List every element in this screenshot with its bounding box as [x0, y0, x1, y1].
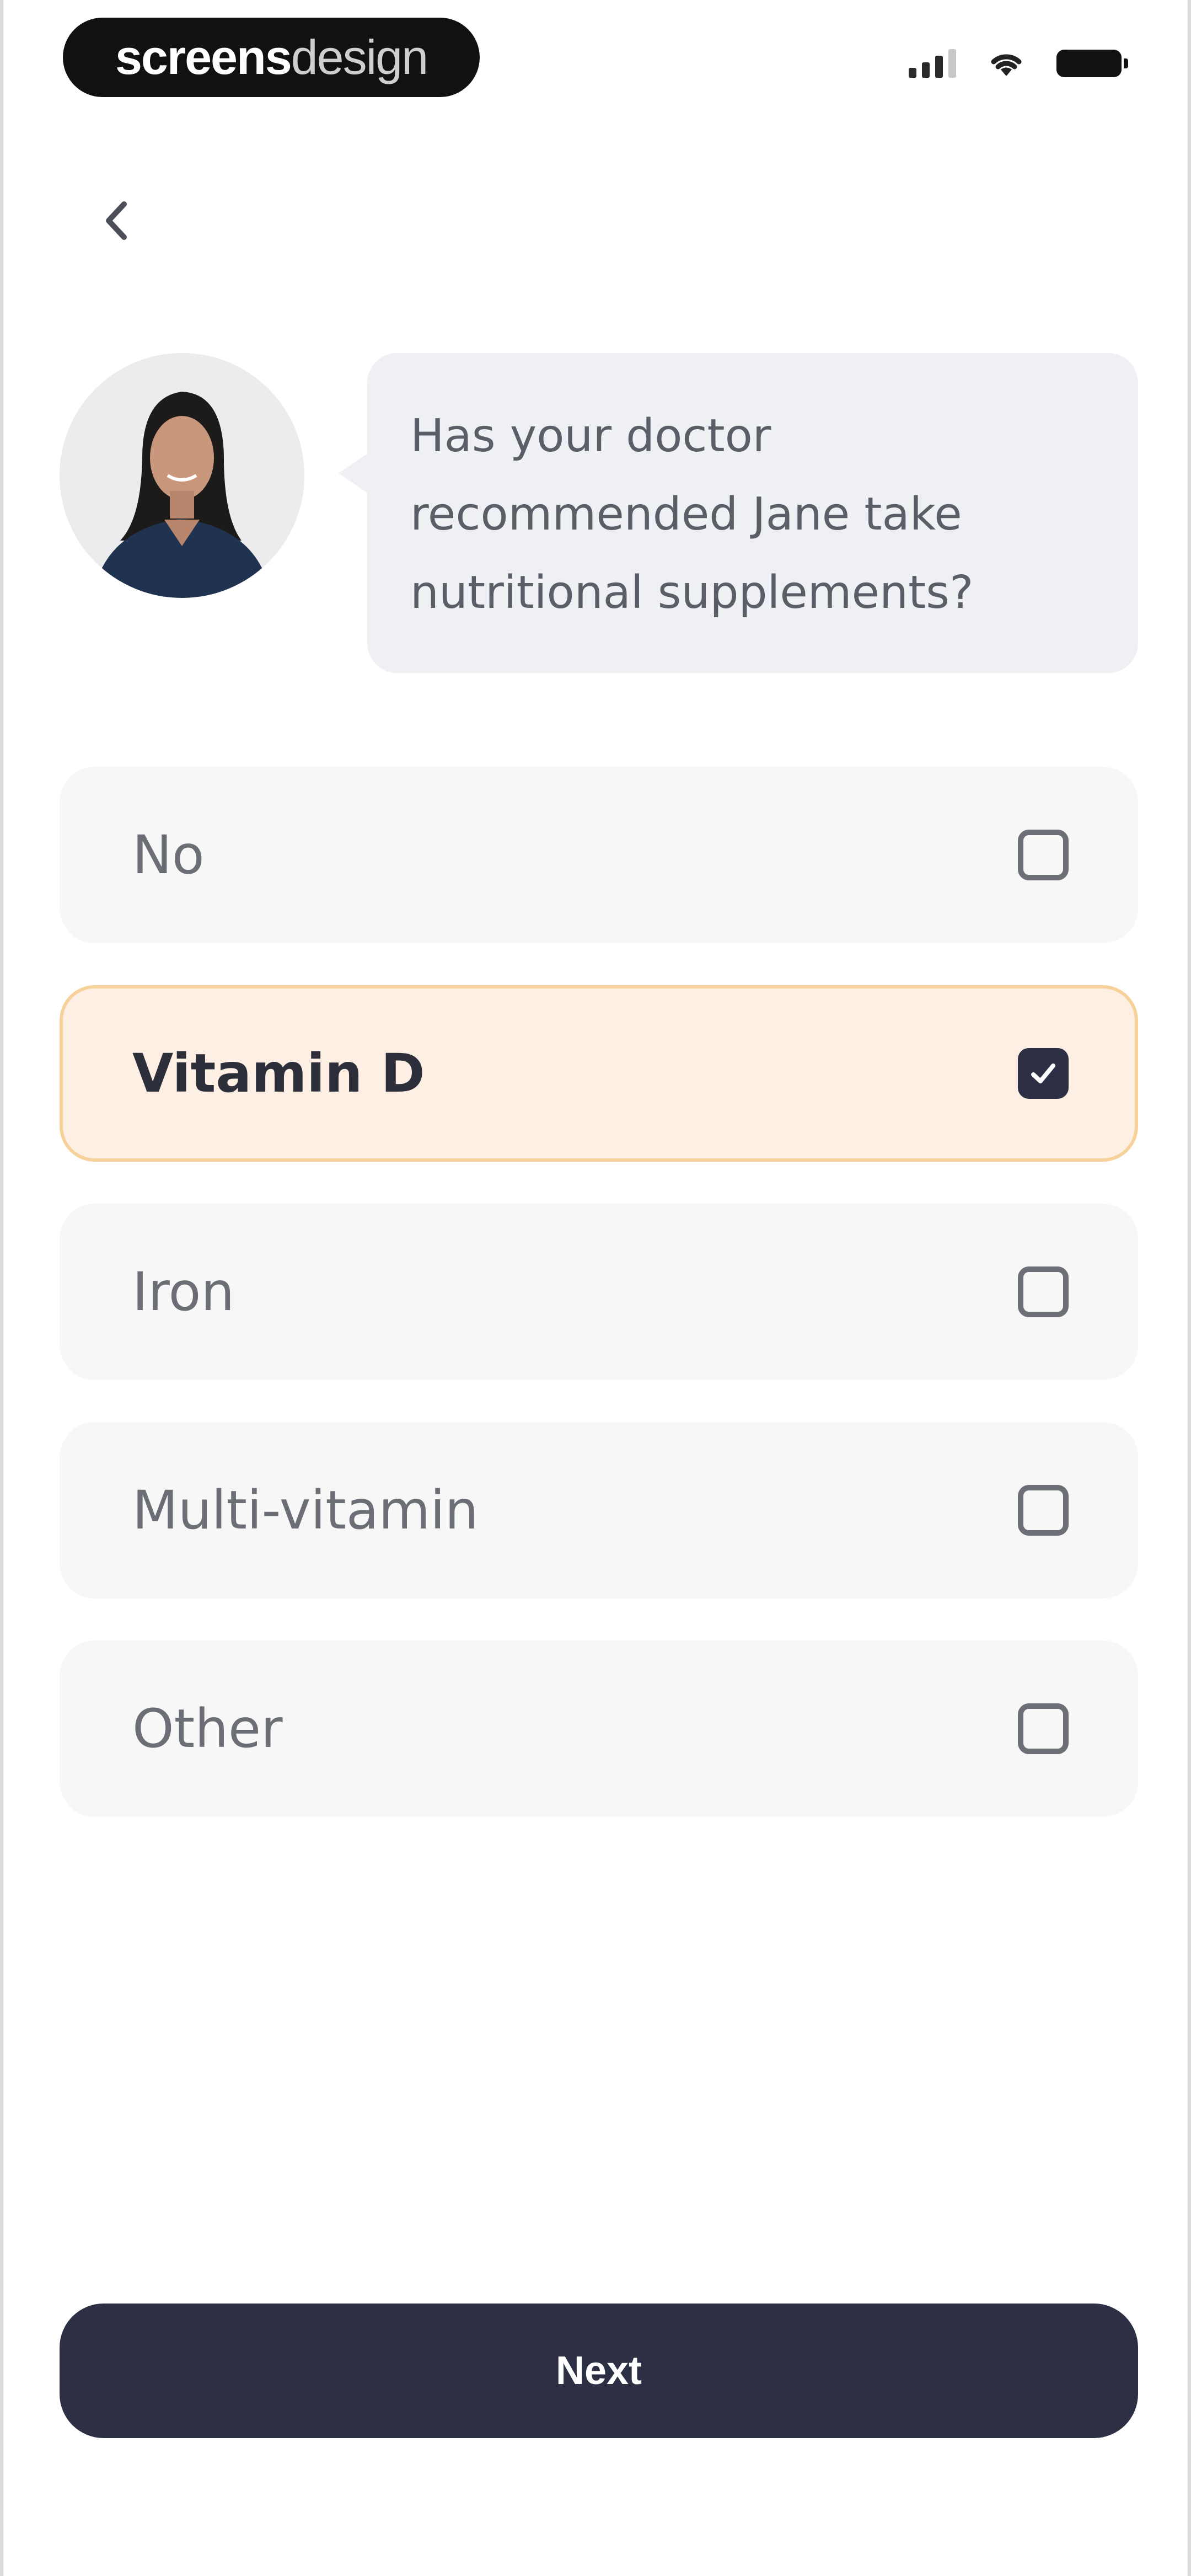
option-other[interactable]: Other — [60, 1640, 1138, 1817]
checkbox-unchecked-icon[interactable] — [1018, 1266, 1069, 1317]
options-list: No Vitamin D Iron Multi-vitamin Other — [60, 767, 1138, 1859]
checkbox-unchecked-icon[interactable] — [1018, 1703, 1069, 1754]
assistant-speech-bubble: Has your doctor recommended Jane take nu… — [339, 353, 1138, 673]
brand-text-bold: screens — [115, 30, 292, 84]
option-multi-vitamin[interactable]: Multi-vitamin — [60, 1422, 1138, 1599]
wifi-icon — [991, 54, 1022, 76]
battery-icon — [1056, 50, 1128, 77]
brand-badge: screens design — [63, 18, 480, 97]
doctor-portrait-icon — [60, 353, 304, 598]
checkbox-unchecked-icon[interactable] — [1018, 830, 1069, 880]
option-label: Multi-vitamin — [132, 1479, 479, 1541]
option-label: No — [132, 824, 205, 886]
cellular-signal-icon — [909, 49, 956, 78]
assistant-question: Has your doctor recommended Jane take nu… — [410, 410, 974, 619]
brand-text-light: design — [291, 30, 428, 84]
next-button[interactable]: Next — [60, 2304, 1138, 2438]
status-icons — [909, 49, 1128, 78]
screen: screens design Has your doctor recommend… — [0, 0, 1191, 2576]
option-vitamin-d[interactable]: Vitamin D — [60, 985, 1138, 1162]
checkmark-icon — [1031, 1063, 1055, 1083]
option-label: Vitamin D — [132, 1043, 425, 1104]
assistant-avatar — [60, 353, 304, 598]
checkbox-unchecked-icon[interactable] — [1018, 1485, 1069, 1536]
option-label: Other — [132, 1698, 283, 1760]
option-label: Iron — [132, 1261, 235, 1323]
back-button[interactable] — [86, 190, 147, 251]
checkbox-checked-icon[interactable] — [1018, 1048, 1069, 1099]
option-no[interactable]: No — [60, 767, 1138, 943]
chevron-left-icon — [106, 201, 127, 240]
option-iron[interactable]: Iron — [60, 1204, 1138, 1380]
